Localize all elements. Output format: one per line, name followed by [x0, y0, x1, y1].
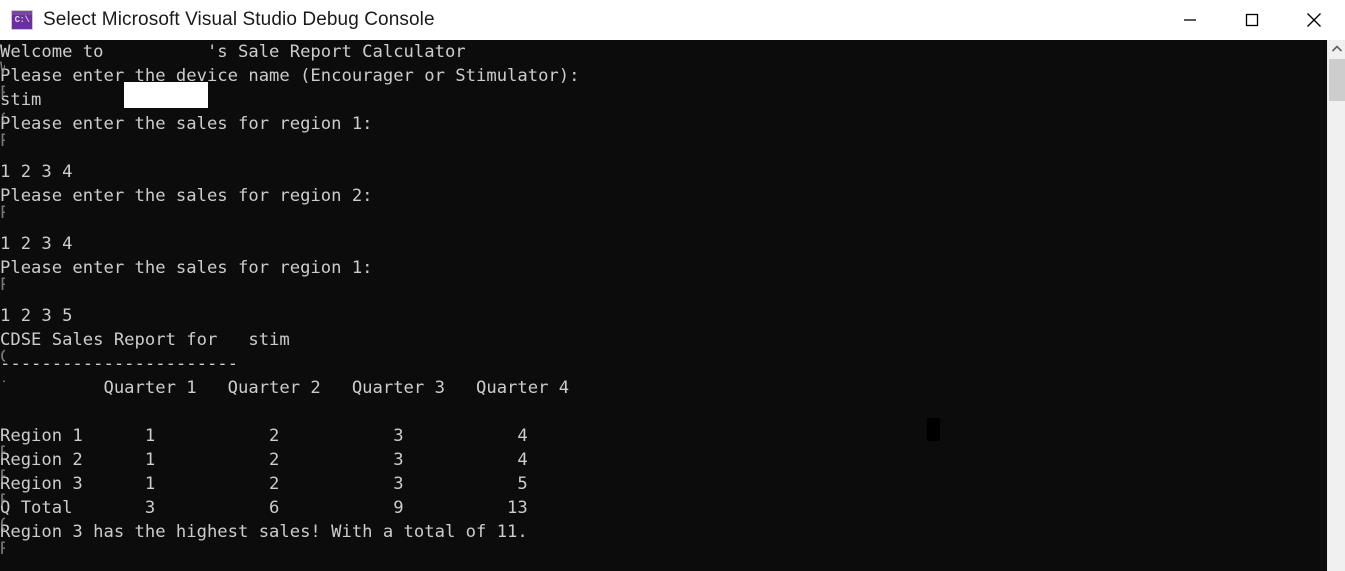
console-output-area[interactable]: Welcome to 's Sale Report Calculator Ple… [0, 40, 1327, 571]
vertical-scrollbar[interactable] [1327, 40, 1345, 571]
console-text: Welcome to 's Sale Report Calculator Ple… [0, 42, 580, 542]
window-title: Select Microsoft Visual Studio Debug Con… [43, 9, 435, 30]
console-window: C:\ Select Microsoft Visual Studio Debug… [0, 0, 1345, 571]
maximize-icon [1245, 13, 1259, 27]
scroll-up-button[interactable] [1328, 40, 1345, 58]
minimize-button[interactable] [1159, 0, 1221, 40]
chevron-up-icon [1331, 45, 1342, 52]
icon-glyph-label: C:\ [14, 14, 30, 25]
console-app-icon: C:\ [11, 10, 33, 30]
scrollbar-thumb[interactable] [1329, 59, 1345, 101]
icon-title-strip [12, 11, 32, 15]
maximize-button[interactable] [1221, 0, 1283, 40]
redacted-name-box [124, 82, 208, 108]
minimize-icon [1184, 19, 1196, 21]
title-bar: C:\ Select Microsoft Visual Studio Debug… [0, 0, 1345, 40]
close-icon [1307, 13, 1321, 27]
window-controls [1159, 0, 1345, 40]
close-button[interactable] [1283, 0, 1345, 40]
text-cursor [927, 418, 940, 441]
scrollbar-track[interactable] [1329, 101, 1345, 571]
